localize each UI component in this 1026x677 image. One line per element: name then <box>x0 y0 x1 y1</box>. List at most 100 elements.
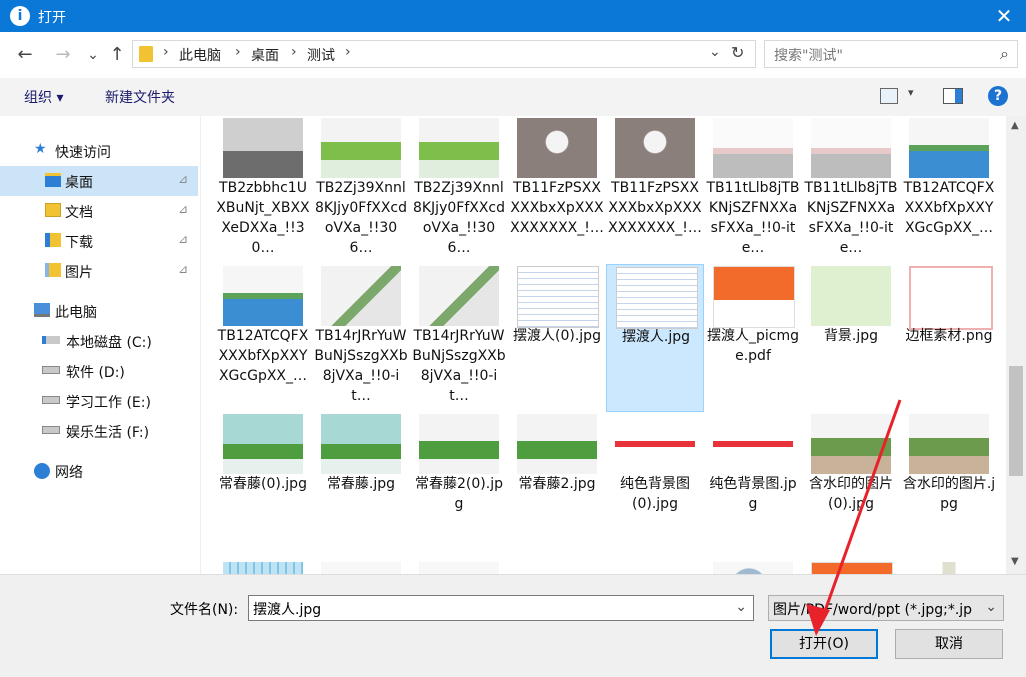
sidebar-item-downloads[interactable]: 下载 ⊿ <box>0 226 198 256</box>
file-item[interactable]: 背景.jpg <box>802 264 900 412</box>
file-item[interactable]: TB14rJRrYuWBuNjSszgXXb8jVXa_!!0-it… <box>410 264 508 412</box>
breadcrumb-this-pc[interactable]: 此电脑 <box>179 45 221 65</box>
file-name: 常春藤2(0).jpg <box>415 476 503 512</box>
file-name: TB12ATCQFXXXXbfXpXXYXGcGpXX_… <box>217 328 309 384</box>
file-item[interactable]: TB11FzPSXXXXXbxXpXXXXXXXXXX_!… <box>606 116 704 264</box>
file-name: 摆渡人.jpg <box>621 329 691 345</box>
desktop-folder-icon <box>45 173 61 187</box>
filename-dropdown-icon[interactable]: ⌄ <box>735 599 747 615</box>
breadcrumb-desktop[interactable]: 桌面 <box>251 45 279 65</box>
help-icon[interactable]: ? <box>988 86 1008 106</box>
vertical-scrollbar[interactable]: ▲ ▼ <box>1006 116 1026 574</box>
file-thumbnail-icon <box>909 562 989 574</box>
file-name: TB11FzPSXXXXXbxXpXXXXXXXXXX_!… <box>608 180 702 236</box>
scroll-up-icon[interactable]: ▲ <box>1011 120 1019 131</box>
file-item[interactable] <box>900 560 998 574</box>
open-button[interactable]: 打开(O) <box>770 629 878 659</box>
file-name: 纯色背景图.jpg <box>709 476 797 512</box>
file-name: 含水印的图片.jpg <box>902 476 996 512</box>
file-item[interactable] <box>312 560 410 574</box>
file-thumbnail-icon <box>713 414 793 474</box>
file-type-select[interactable]: 图片/PDF/word/ppt (*.jpg;*.jp ⌄ <box>768 595 1004 621</box>
file-item[interactable]: 常春藤2.jpg <box>508 412 606 560</box>
cancel-button[interactable]: 取消 <box>895 629 1003 659</box>
refresh-icon[interactable]: ↻ <box>731 43 744 62</box>
view-options-icon[interactable] <box>880 88 898 104</box>
file-name: 背景.jpg <box>823 328 879 344</box>
file-item[interactable]: TB14rJRrYuWBuNjSszgXXb8jVXa_!!0-it… <box>312 264 410 412</box>
scroll-down-icon[interactable]: ▼ <box>1011 556 1019 567</box>
breadcrumb-separator-icon: › <box>291 44 297 60</box>
downloads-folder-icon <box>45 233 61 247</box>
file-thumbnail-icon <box>321 118 401 178</box>
file-item[interactable]: 摆渡人.jpg <box>606 264 704 412</box>
sidebar-item-drive-d[interactable]: 软件 (D:) <box>0 356 198 386</box>
window-title: 打开 <box>38 10 66 26</box>
file-item[interactable] <box>214 560 312 574</box>
pin-icon[interactable]: ⊿ <box>178 232 188 246</box>
close-icon[interactable]: ✕ <box>992 4 1016 28</box>
file-item[interactable]: 常春藤.jpg <box>312 412 410 560</box>
sidebar-item-drive-c[interactable]: 本地磁盘 (C:) <box>0 326 198 356</box>
file-item[interactable]: 摆渡人_picmge.pdf <box>704 264 802 412</box>
file-item[interactable] <box>704 560 802 574</box>
file-item[interactable]: TB11tLlb8jTBKNjSZFNXXasFXXa_!!0-ite… <box>802 116 900 264</box>
file-item[interactable]: 含水印的图片.jpg <box>900 412 998 560</box>
file-thumbnail-icon <box>223 266 303 326</box>
search-icon[interactable]: ⌕ <box>1000 44 1009 64</box>
new-folder-button[interactable]: 新建文件夹 <box>105 87 175 107</box>
forward-arrow-icon[interactable]: → <box>52 44 74 66</box>
file-item[interactable]: TB12ATCQFXXXXbfXpXXYXGcGpXX_… <box>214 264 312 412</box>
scrollbar-thumb[interactable] <box>1009 366 1023 476</box>
pin-icon[interactable]: ⊿ <box>178 262 188 276</box>
search-box[interactable]: 搜索"测试" ⌕ <box>764 40 1018 68</box>
back-arrow-icon[interactable]: ← <box>14 44 36 66</box>
organize-button[interactable]: 组织 ▾ <box>24 87 63 107</box>
file-item[interactable] <box>508 560 606 574</box>
pin-icon[interactable]: ⊿ <box>178 202 188 216</box>
pin-icon[interactable]: ⊿ <box>178 172 188 186</box>
sidebar-item-documents[interactable]: 文档 ⊿ <box>0 196 198 226</box>
file-item[interactable]: TB12ATCQFXXXXbfXpXXYXGcGpXX_… <box>900 116 998 264</box>
file-thumbnail-icon <box>811 266 891 326</box>
recent-locations-chevron-icon[interactable]: ⌄ <box>82 44 104 66</box>
breadcrumb-separator-icon: › <box>345 44 351 60</box>
file-item[interactable] <box>606 560 704 574</box>
file-item[interactable]: 纯色背景图.jpg <box>704 412 802 560</box>
file-type-dropdown-icon[interactable]: ⌄ <box>983 599 997 615</box>
file-thumbnail-icon <box>321 414 401 474</box>
file-item[interactable] <box>802 560 900 574</box>
file-item[interactable]: 纯色背景图(0).jpg <box>606 412 704 560</box>
file-item[interactable]: 常春藤(0).jpg <box>214 412 312 560</box>
address-bar[interactable]: › 此电脑 › 桌面 › 测试 › ⌄ ↻ <box>132 40 756 68</box>
filename-input[interactable]: 摆渡人.jpg ⌄ <box>248 595 754 621</box>
file-item[interactable]: 边框素材.png <box>900 264 998 412</box>
address-dropdown-icon[interactable]: ⌄ <box>709 44 721 60</box>
file-item[interactable] <box>410 560 508 574</box>
sidebar-item-desktop[interactable]: 桌面 ⊿ <box>0 166 198 196</box>
sidebar-item-label: 快速访问 <box>55 145 111 161</box>
sidebar-item-drive-f[interactable]: 娱乐生活 (F:) <box>0 416 198 446</box>
sidebar-item-quick-access[interactable]: ★ 快速访问 <box>0 136 198 166</box>
breadcrumb-test[interactable]: 测试 <box>307 45 335 65</box>
sidebar-item-network[interactable]: 网络 <box>0 456 198 486</box>
title-bar: i 打开 ✕ <box>0 0 1026 32</box>
file-item[interactable]: 摆渡人(0).jpg <box>508 264 606 412</box>
file-item[interactable]: 含水印的图片(0).jpg <box>802 412 900 560</box>
file-item[interactable]: TB11FzPSXXXXXbxXpXXXXXXXXXX_!… <box>508 116 606 264</box>
computer-icon <box>34 303 50 317</box>
filename-label: 文件名(N): <box>170 602 239 618</box>
sidebar-item-drive-e[interactable]: 学习工作 (E:) <box>0 386 198 416</box>
view-dropdown-icon[interactable]: ▾ <box>908 86 914 99</box>
up-arrow-icon[interactable]: ↑ <box>106 44 128 66</box>
search-input[interactable]: 搜索"测试" <box>774 45 843 65</box>
file-item[interactable]: TB11tLlb8jTBKNjSZFNXXasFXXa_!!0-ite… <box>704 116 802 264</box>
sidebar-item-this-pc[interactable]: 此电脑 <box>0 296 198 326</box>
file-item[interactable]: 常春藤2(0).jpg <box>410 412 508 560</box>
file-item[interactable]: TB2Zj39Xnnl8KJjy0FfXXcdoVXa_!!306… <box>312 116 410 264</box>
sidebar-item-pictures[interactable]: 图片 ⊿ <box>0 256 198 286</box>
file-item[interactable]: TB2zbbhc1UXBuNjt_XBXXXeDXXa_!!30… <box>214 116 312 264</box>
file-item[interactable]: TB2Zj39Xnnl8KJjy0FfXXcdoVXa_!!306… <box>410 116 508 264</box>
preview-pane-icon[interactable] <box>943 88 963 104</box>
file-name: TB14rJRrYuWBuNjSszgXXb8jVXa_!!0-it… <box>314 328 408 404</box>
